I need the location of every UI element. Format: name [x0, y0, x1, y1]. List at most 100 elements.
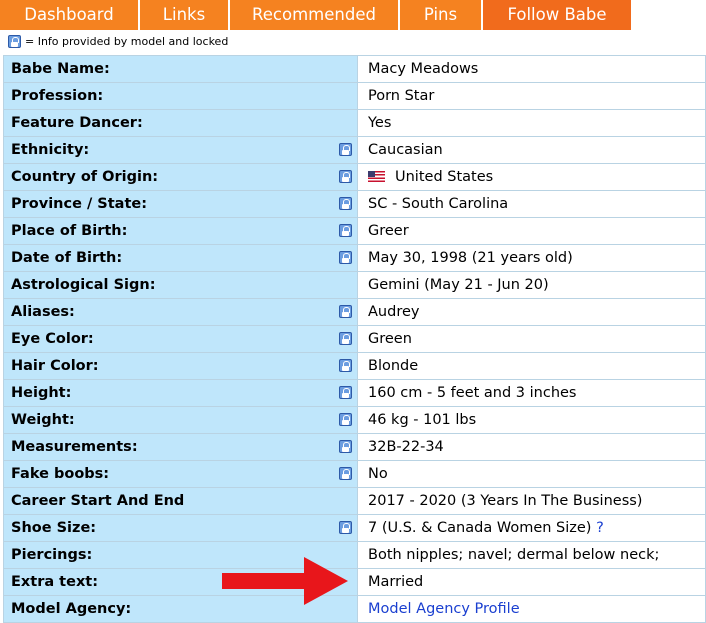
- table-row: Aliases: Audrey: [3, 298, 706, 326]
- row-label: Shoe Size:: [3, 514, 358, 542]
- row-value: SC - South Carolina: [357, 190, 706, 218]
- row-value: 160 cm - 5 feet and 3 inches: [357, 379, 706, 407]
- row-label: Ethnicity:: [3, 136, 358, 164]
- table-row: Career Start And End 2017 - 2020 (3 Year…: [3, 487, 706, 515]
- us-flag-icon: [368, 171, 385, 182]
- lock-icon: [339, 143, 352, 156]
- table-row: Shoe Size: 7 (U.S. & Canada Women Size) …: [3, 514, 706, 542]
- lock-icon: [339, 332, 352, 345]
- table-row: Astrological Sign: Gemini (May 21 - Jun …: [3, 271, 706, 299]
- row-label-text: Aliases:: [11, 304, 75, 320]
- row-label: Height:: [3, 379, 358, 407]
- table-row: Feature Dancer: Yes: [3, 109, 706, 137]
- row-value: No: [357, 460, 706, 488]
- row-label: Date of Birth:: [3, 244, 358, 272]
- lock-icon: [339, 305, 352, 318]
- row-value: 7 (U.S. & Canada Women Size) ?: [357, 514, 706, 542]
- row-label: Fake boobs:: [3, 460, 358, 488]
- babe-name-value: Macy Meadows: [357, 55, 706, 83]
- table-row: Measurements: 32B-22-34: [3, 433, 706, 461]
- help-link[interactable]: ?: [596, 520, 604, 536]
- row-value: Porn Star: [357, 82, 706, 110]
- row-label: Place of Birth:: [3, 217, 358, 245]
- row-label: Career Start And End: [3, 487, 358, 515]
- row-label-text: Weight:: [11, 412, 75, 428]
- row-value: May 30, 1998 (21 years old): [357, 244, 706, 272]
- table-row: Extra text: Married: [3, 568, 706, 596]
- row-value: Caucasian: [357, 136, 706, 164]
- table-row: Weight: 46 kg - 101 lbs: [3, 406, 706, 434]
- table-row: Ethnicity: Caucasian: [3, 136, 706, 164]
- tab-links[interactable]: Links: [140, 0, 228, 30]
- tab-pins[interactable]: Pins: [400, 0, 481, 30]
- table-row: Piercings: Both nipples; navel; dermal b…: [3, 541, 706, 569]
- tab-dashboard[interactable]: Dashboard: [0, 0, 138, 30]
- table-row: Babe Name: Macy Meadows: [3, 55, 706, 83]
- row-value: Blonde: [357, 352, 706, 380]
- row-label-text: Fake boobs:: [11, 466, 110, 482]
- row-value: Yes: [357, 109, 706, 137]
- country-value: United States: [395, 169, 494, 185]
- table-row: Fake boobs: No: [3, 460, 706, 488]
- row-label-text: Height:: [11, 385, 72, 401]
- row-label: Weight:: [3, 406, 358, 434]
- row-label: Eye Color:: [3, 325, 358, 353]
- shoe-size-value: 7 (U.S. & Canada Women Size): [368, 520, 592, 536]
- lock-icon: [339, 467, 352, 480]
- lock-icon: [339, 170, 352, 183]
- row-label: Astrological Sign:: [3, 271, 358, 299]
- table-row: Date of Birth: May 30, 1998 (21 years ol…: [3, 244, 706, 272]
- top-navigation-tabs: Dashboard Links Recommended Pins Follow …: [0, 0, 706, 30]
- row-label: Profession:: [3, 82, 358, 110]
- row-value: Gemini (May 21 - Jun 20): [357, 271, 706, 299]
- row-label: Aliases:: [3, 298, 358, 326]
- row-value: United States: [357, 163, 706, 191]
- lock-icon: [8, 35, 21, 48]
- lock-icon: [339, 197, 352, 210]
- table-row: Province / State: SC - South Carolina: [3, 190, 706, 218]
- row-label: Province / State:: [3, 190, 358, 218]
- row-value: Model Agency Profile: [357, 595, 706, 623]
- table-row: Place of Birth: Greer: [3, 217, 706, 245]
- lock-icon: [339, 440, 352, 453]
- row-value: Both nipples; navel; dermal below neck;: [357, 541, 706, 569]
- lock-legend: = Info provided by model and locked: [0, 30, 706, 53]
- row-label-text: Province / State:: [11, 196, 148, 212]
- lock-icon: [339, 521, 352, 534]
- row-label-text: Eye Color:: [11, 331, 94, 347]
- row-label: Feature Dancer:: [3, 109, 358, 137]
- red-arrow-icon: [222, 557, 348, 605]
- row-label: Hair Color:: [3, 352, 358, 380]
- row-label-text: Ethnicity:: [11, 142, 90, 158]
- row-label-text: Shoe Size:: [11, 520, 97, 536]
- lock-icon: [339, 251, 352, 264]
- table-row: Eye Color: Green: [3, 325, 706, 353]
- lock-icon: [339, 359, 352, 372]
- row-label: Measurements:: [3, 433, 358, 461]
- row-label: Country of Origin:: [3, 163, 358, 191]
- profile-info-table: Babe Name: Macy Meadows Profession: Porn…: [3, 55, 706, 623]
- table-row: Profession: Porn Star: [3, 82, 706, 110]
- row-value: Greer: [357, 217, 706, 245]
- table-row: Hair Color: Blonde: [3, 352, 706, 380]
- row-label-text: Date of Birth:: [11, 250, 123, 266]
- row-value: 32B-22-34: [357, 433, 706, 461]
- row-label-text: Hair Color:: [11, 358, 99, 374]
- row-label-text: Measurements:: [11, 439, 138, 455]
- row-value: 46 kg - 101 lbs: [357, 406, 706, 434]
- row-value: 2017 - 2020 (3 Years In The Business): [357, 487, 706, 515]
- lock-icon: [339, 224, 352, 237]
- table-row: Country of Origin: United States: [3, 163, 706, 191]
- row-label: Babe Name:: [3, 55, 358, 83]
- row-value: Audrey: [357, 298, 706, 326]
- row-value: Green: [357, 325, 706, 353]
- tab-recommended[interactable]: Recommended: [230, 0, 398, 30]
- model-agency-profile-link[interactable]: Model Agency Profile: [368, 601, 520, 617]
- row-label-text: Place of Birth:: [11, 223, 128, 239]
- table-row: Model Agency: Model Agency Profile: [3, 595, 706, 623]
- row-value: Married: [357, 568, 706, 596]
- tab-follow-babe[interactable]: Follow Babe: [483, 0, 631, 30]
- lock-icon: [339, 413, 352, 426]
- lock-icon: [339, 386, 352, 399]
- row-label-text: Country of Origin:: [11, 169, 159, 185]
